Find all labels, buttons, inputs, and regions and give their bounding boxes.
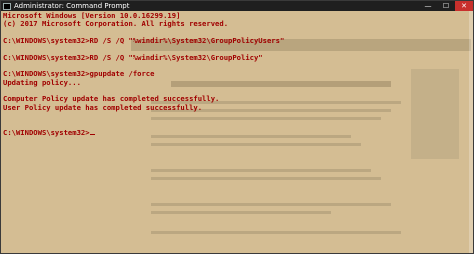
background-text-line: [151, 169, 371, 172]
background-text-line: [151, 211, 331, 214]
cmd-app-icon: [3, 2, 11, 10]
maximize-button[interactable]: ☐: [437, 1, 455, 11]
title-bar[interactable]: Administrator: Command Prompt — ☐ ✕: [1, 1, 473, 11]
console-line: C:\WINDOWS\system32>RD /S /Q "%windir%\S…: [3, 52, 263, 62]
background-text-line: [151, 177, 381, 180]
minimize-button[interactable]: —: [419, 1, 437, 11]
vertical-scrollbar[interactable]: [469, 11, 473, 253]
close-button[interactable]: ✕: [455, 1, 473, 11]
command-prompt-window: Administrator: Command Prompt — ☐ ✕ Micr…: [0, 0, 474, 254]
console-area[interactable]: Microsoft Windows [Version 10.0.16299.19…: [1, 11, 473, 253]
background-text-line: [151, 143, 361, 146]
background-text-line: [151, 231, 401, 234]
console-line: User Policy update has completed success…: [3, 102, 203, 112]
console-line: Updating policy...: [3, 77, 81, 87]
command-prompt-line[interactable]: C:\WINDOWS\system32>: [3, 128, 90, 137]
window-title: Administrator: Command Prompt: [14, 2, 130, 10]
console-output: Microsoft Windows [Version 10.0.16299.19…: [3, 11, 285, 137]
background-sidebar-image: [411, 69, 459, 159]
background-text-line: [151, 203, 391, 206]
console-line: (c) 2017 Microsoft Corporation. All righ…: [3, 19, 229, 29]
console-line: C:\WINDOWS\system32>RD /S /Q "%windir%\S…: [3, 36, 285, 46]
text-cursor: [89, 133, 95, 135]
